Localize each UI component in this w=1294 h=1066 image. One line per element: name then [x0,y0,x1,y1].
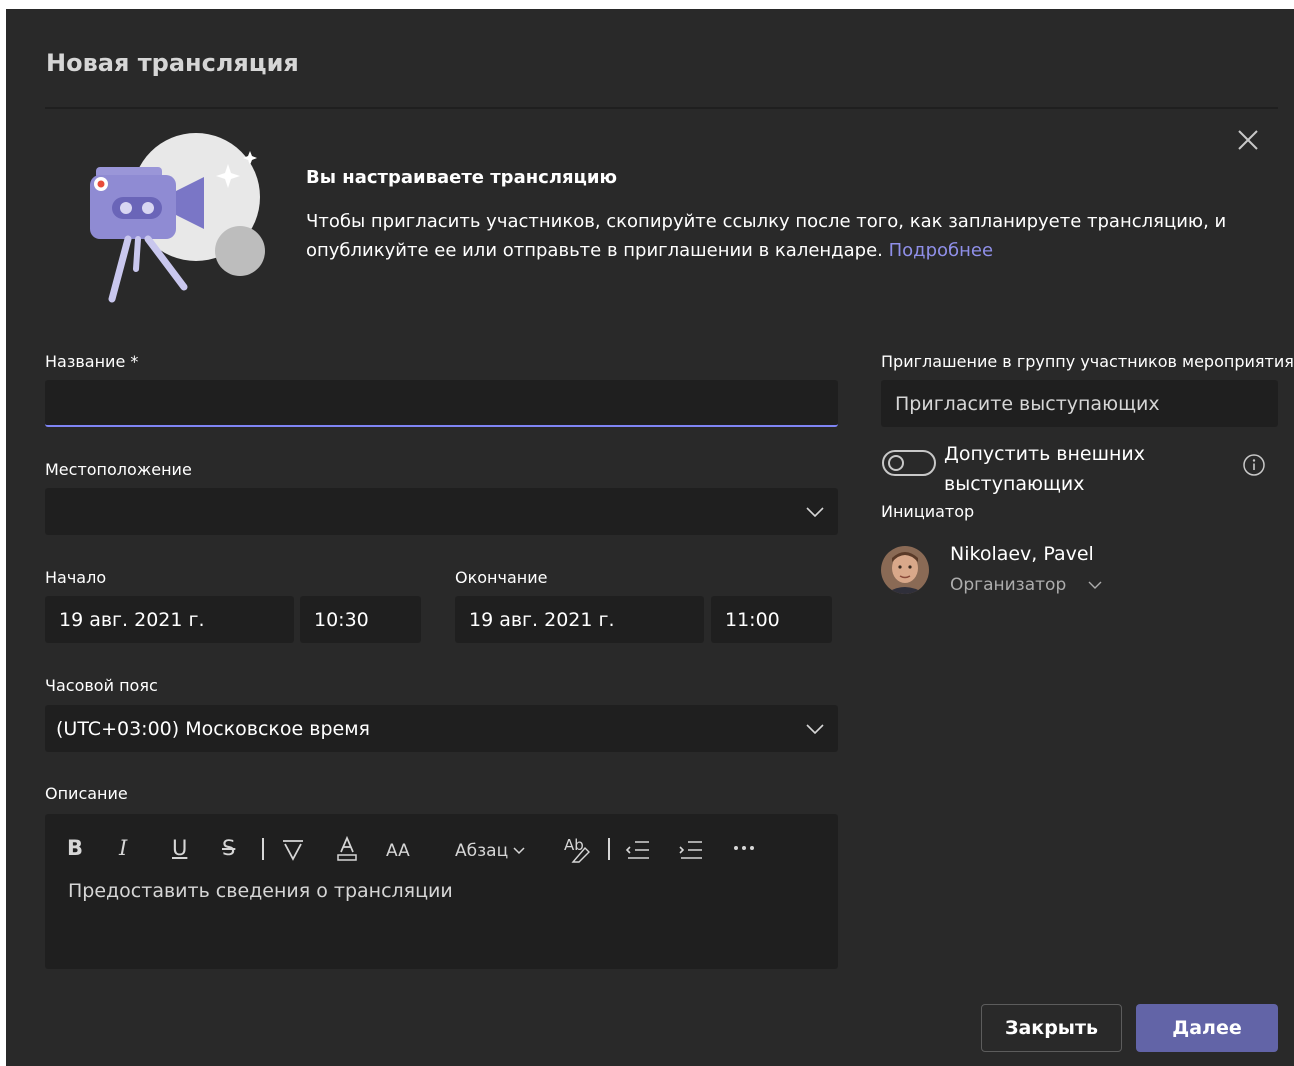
paragraph-label: Абзац [455,841,509,861]
learn-more-link[interactable]: Подробнее [889,240,993,261]
description-editor[interactable]: B I U S AA Абзац Ab Предоставить сведени… [45,814,838,969]
organizer-role-dropdown[interactable]: Организатор [950,575,1102,595]
clear-formatting-icon[interactable]: Ab [563,834,591,864]
italic-button[interactable]: I [119,836,127,860]
camera-illustration-icon [90,133,265,303]
external-presenters-label: Допустить внешних выступающих [944,443,1146,495]
timezone-value: (UTC+03:00) Московское время [56,717,370,740]
font-color-icon[interactable] [335,836,359,862]
chevron-down-icon [806,723,824,734]
toggle-knob [888,455,904,471]
close-button[interactable]: Закрыть [981,1004,1122,1052]
location-dropdown[interactable] [45,488,838,535]
external-presenters-toggle[interactable] [882,450,936,476]
timezone-dropdown[interactable]: (UTC+03:00) Московское время [45,705,838,752]
organizer-label: Инициатор [881,502,975,521]
toolbar-separator [262,838,264,860]
start-time-picker[interactable]: 10:30 [300,596,421,643]
paragraph-dropdown[interactable]: Абзац [455,839,508,863]
end-time-picker[interactable]: 11:00 [711,596,832,643]
font-size-button[interactable]: AA [386,839,410,863]
dialog-title: Новая трансляция [46,49,299,77]
organizer-role: Организатор [950,575,1067,595]
description-label: Описание [45,784,128,803]
banner-title: Вы настраиваете трансляцию [306,167,618,188]
bold-button[interactable]: B [67,836,83,860]
invite-label: Приглашение в группу участников мероприя… [881,352,1294,371]
info-icon[interactable] [1242,453,1266,477]
end-time-value: 11:00 [725,608,780,631]
name-label: Название * [45,352,139,371]
description-placeholder: Предоставить сведения о трансляции [68,880,453,902]
toolbar-separator [608,838,610,860]
start-date-value: 19 авг. 2021 г. [59,608,205,631]
end-date-picker[interactable]: 19 авг. 2021 г. [455,596,704,643]
chevron-down-icon [806,506,824,517]
avatar [881,546,929,594]
highlight-icon[interactable] [281,838,305,862]
chevron-down-icon [1088,581,1102,589]
invite-placeholder: Пригласите выступающих [895,392,1160,415]
end-date-value: 19 авг. 2021 г. [469,608,615,631]
increase-indent-icon[interactable] [678,838,704,862]
end-label: Окончание [455,568,548,587]
invite-presenters-input[interactable]: Пригласите выступающих [881,380,1278,427]
start-date-picker[interactable]: 19 авг. 2021 г. [45,596,294,643]
location-label: Местоположение [45,460,192,479]
banner-description: Чтобы пригласить участников, скопируйте … [306,211,1227,261]
new-live-event-dialog: Новая трансляция Вы настраиваете трансля… [6,9,1294,1066]
banner-text: Чтобы пригласить участников, скопируйте … [306,207,1236,265]
next-button[interactable]: Далее [1136,1004,1278,1052]
underline-button[interactable]: U [172,836,187,860]
more-options-icon[interactable] [733,844,755,852]
name-input[interactable] [45,380,838,427]
decrease-indent-icon[interactable] [625,838,651,862]
organizer-name: Nikolaev, Pavel [950,543,1094,565]
strikethrough-button[interactable]: S [222,836,235,860]
start-label: Начало [45,568,107,587]
svg-text:Ab: Ab [564,836,584,854]
timezone-label: Часовой пояс [45,676,158,695]
chevron-down-icon [513,847,525,855]
title-divider [45,107,1278,109]
start-time-value: 10:30 [314,608,369,631]
close-icon[interactable] [1236,128,1260,152]
